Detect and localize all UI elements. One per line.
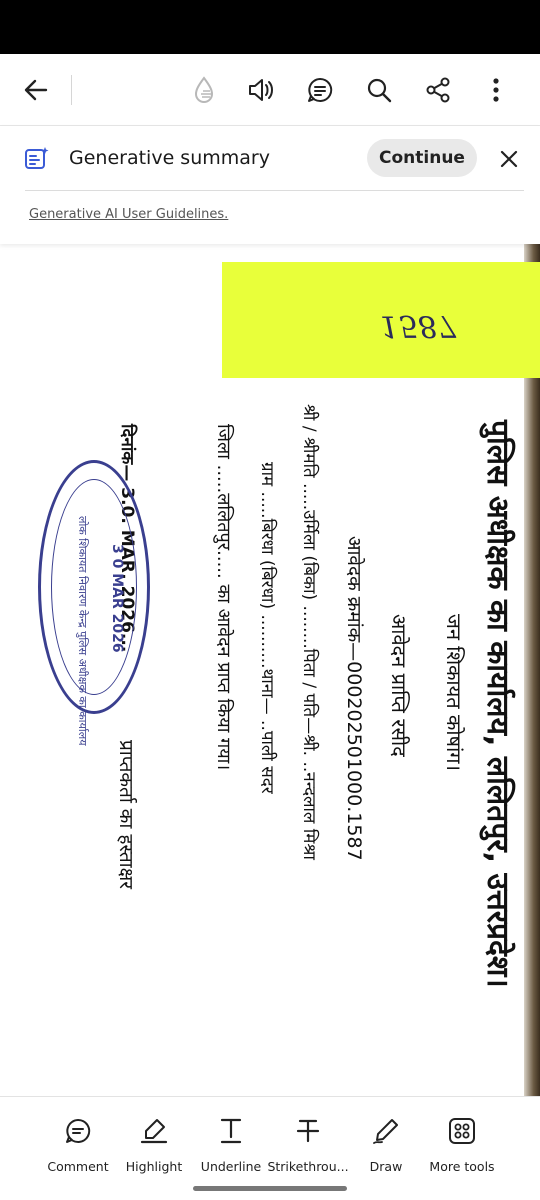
summary-divider	[25, 190, 524, 191]
search-icon	[367, 78, 392, 103]
document-page: 1587 पुलिस अधीक्षक का कार्यालय, ललितपुर,…	[0, 244, 540, 1096]
close-summary-button[interactable]	[496, 146, 522, 172]
top-toolbar	[0, 54, 540, 126]
read-aloud-button[interactable]	[241, 70, 281, 110]
stamp-date: 3 0 MAR 2026	[109, 544, 125, 653]
document-subhead-1: जन शिकायत कोषांग।	[442, 614, 466, 772]
more-tools-icon	[449, 1118, 475, 1144]
comment-icon	[66, 1118, 91, 1143]
comments-button[interactable]	[300, 70, 340, 110]
liquid-mode-button[interactable]	[184, 70, 224, 110]
share-icon	[426, 77, 450, 103]
office-stamp	[38, 460, 150, 714]
back-button[interactable]	[16, 70, 56, 110]
status-bar	[0, 0, 540, 54]
sticky-note-number: 1587	[380, 308, 457, 343]
continue-button[interactable]: Continue	[367, 139, 477, 177]
more-vertical-icon	[493, 78, 499, 102]
applicant-name-line: श्री / श्रीमति .....उर्मिला (बिका) .....…	[299, 404, 319, 860]
stamp-outer-text: लोक शिकायत निवारण केन्द्र पुलिस अधीक्षक …	[76, 516, 89, 746]
home-indicator[interactable]	[193, 1186, 347, 1191]
read-aloud-icon	[249, 79, 273, 101]
share-button[interactable]	[418, 70, 458, 110]
search-button[interactable]	[359, 70, 399, 110]
ai-guidelines-link[interactable]: Generative AI User Guidelines.	[29, 207, 228, 222]
generative-summary-banner: Generative summary Continue Generative A…	[0, 126, 540, 244]
signature-line: प्राप्तकर्ता का हस्ताक्षर	[115, 740, 137, 889]
strikethrough-tool-label: Strikethrou...	[267, 1159, 349, 1174]
comments-icon	[308, 77, 333, 102]
document-subhead-2: आवेदन प्राप्ति रसीद	[387, 614, 411, 757]
district-line: जिला .....ललितपुर..... का आवेदन प्राप्त …	[213, 424, 234, 771]
applicant-number-line: आवेदक क्रमांक—000202501000.1587	[343, 536, 365, 861]
more-tools-label: More tools	[429, 1159, 495, 1174]
more-options-button[interactable]	[476, 70, 516, 110]
annotation-toolbar: Comment Highlight Underline Strikethrou.…	[0, 1096, 540, 1200]
village-line: ग्राम .....बिरधा (बिरधा) ..........थाना—…	[257, 462, 277, 794]
summary-title: Generative summary	[69, 147, 270, 169]
highlight-icon	[140, 1119, 168, 1144]
more-tools-button[interactable]: More tools	[417, 1115, 507, 1174]
liquid-mode-icon	[194, 76, 214, 103]
ai-summary-icon	[25, 147, 49, 169]
strikethrough-tool[interactable]: Strikethrou...	[263, 1115, 353, 1174]
strikethrough-icon	[296, 1119, 320, 1143]
underline-icon	[220, 1118, 242, 1144]
draw-icon	[373, 1119, 398, 1144]
close-icon	[500, 150, 518, 168]
document-header: पुलिस अधीक्षक का कार्यालय, ललितपुर, उत्त…	[480, 420, 515, 988]
arrow-left-icon	[24, 79, 48, 101]
toolbar-divider	[71, 75, 72, 105]
